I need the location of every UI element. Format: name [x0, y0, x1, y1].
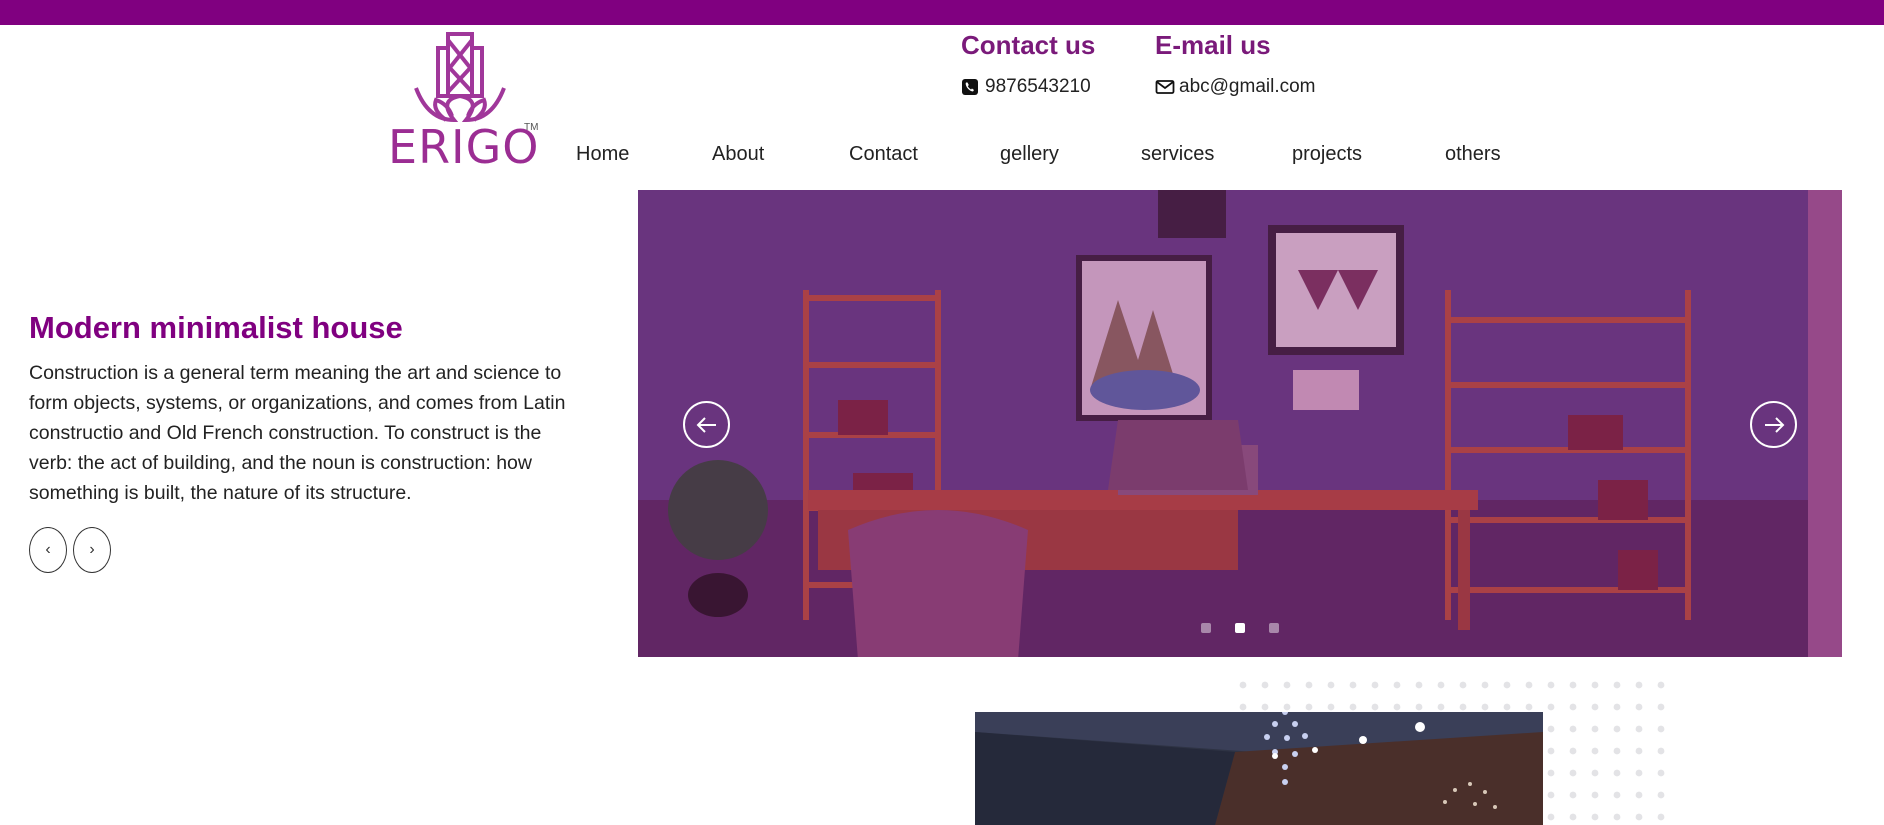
carousel-indicators	[638, 623, 1842, 635]
office-room-image	[638, 190, 1842, 657]
email-line[interactable]: abc@gmail.com	[1155, 76, 1316, 98]
top-accent-bar	[0, 0, 1884, 25]
nav-projects[interactable]: projects	[1292, 143, 1362, 166]
carousel-dot-1[interactable]	[1201, 623, 1211, 633]
contact-phone-block: Contact us 9876543210	[961, 30, 1096, 97]
nav-about[interactable]: About	[712, 143, 764, 166]
trademark-mark: TM	[524, 122, 539, 133]
building-logo-icon	[414, 32, 506, 123]
hero-title: Modern minimalist house	[29, 310, 403, 345]
carousel-dot-3[interactable]	[1269, 623, 1279, 633]
hero-prev-button[interactable]: ‹	[29, 527, 67, 573]
phone-number: 9876543210	[985, 76, 1091, 97]
email-address: abc@gmail.com	[1179, 76, 1316, 97]
carousel-dot-2[interactable]	[1235, 623, 1245, 633]
arrow-left-icon[interactable]	[683, 401, 730, 448]
brand-logo[interactable]: ERIGO TM	[388, 30, 540, 174]
hero-carousel[interactable]	[638, 190, 1842, 657]
contact-title: Contact us	[961, 30, 1096, 60]
phone-line[interactable]: 9876543210	[961, 76, 1091, 98]
arrow-right-icon[interactable]	[1750, 401, 1797, 448]
nav-others[interactable]: others	[1445, 143, 1501, 166]
contact-email-block: E-mail us abc@gmail.com	[1155, 30, 1316, 97]
email-title: E-mail us	[1155, 30, 1271, 60]
interior-chandelier-image	[975, 712, 1543, 825]
hero-description: Construction is a general term meaning t…	[29, 362, 566, 504]
phone-icon	[961, 78, 979, 96]
logo-wordmark: ERIGO	[388, 120, 540, 174]
nav-contact[interactable]: Contact	[849, 143, 918, 166]
nav-gallery[interactable]: gellery	[1000, 143, 1059, 166]
nav-services[interactable]: services	[1141, 143, 1214, 166]
envelope-icon	[1155, 78, 1175, 96]
hero-next-button[interactable]: ›	[73, 527, 111, 573]
nav-home[interactable]: Home	[576, 143, 629, 166]
